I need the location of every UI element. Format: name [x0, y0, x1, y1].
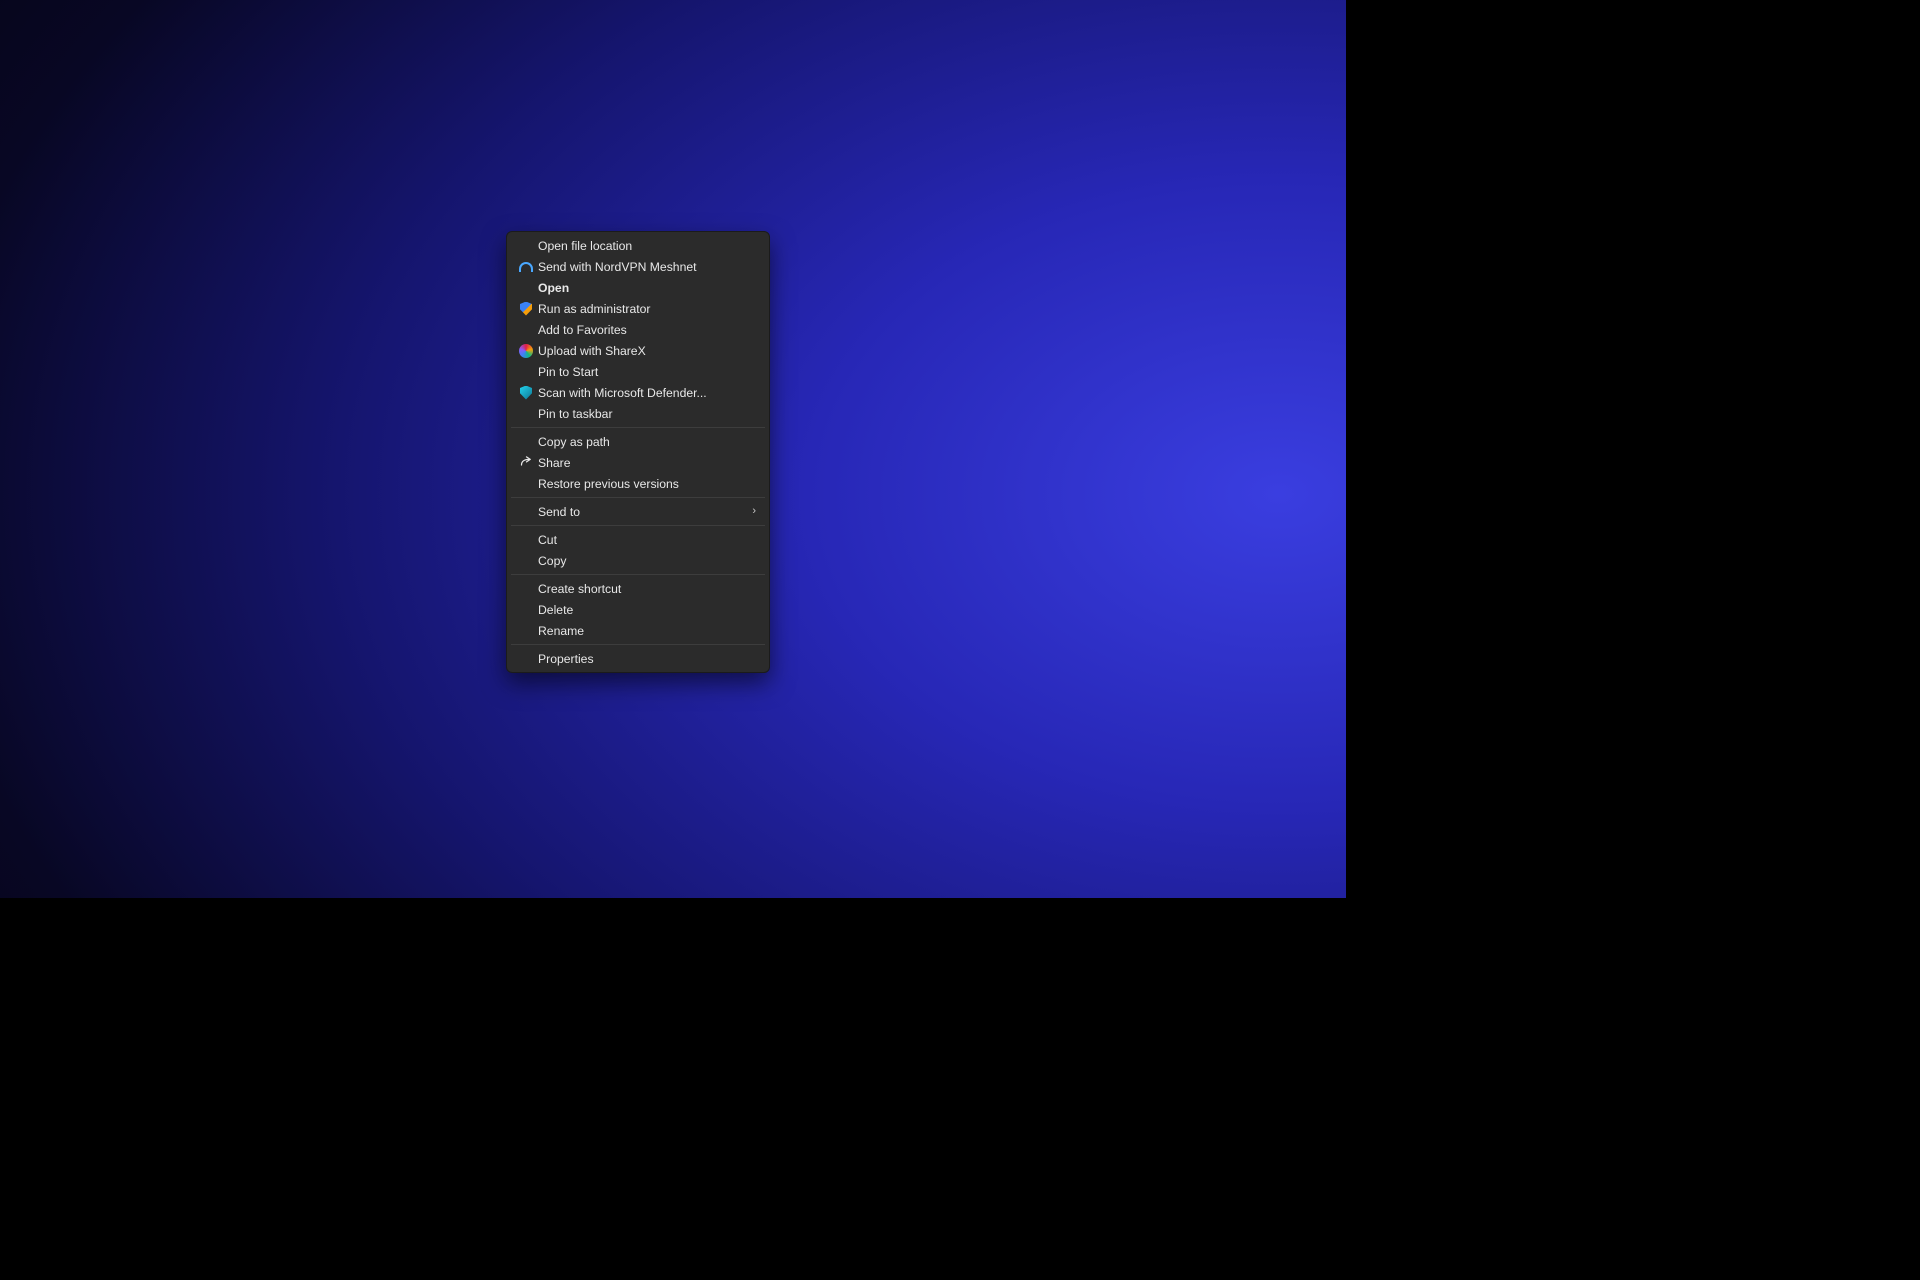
menu-item-label: Open file location — [538, 239, 758, 253]
menu-item-scan-with-microsoft-defender[interactable]: Scan with Microsoft Defender... — [510, 382, 766, 403]
menu-item-label: Scan with Microsoft Defender... — [538, 386, 758, 400]
menu-item-label: Run as administrator — [538, 302, 758, 316]
menu-item-cut[interactable]: Cut — [510, 529, 766, 550]
menu-item-open[interactable]: Open — [510, 277, 766, 298]
menu-item-restore-previous-versions[interactable]: Restore previous versions — [510, 473, 766, 494]
menu-item-send-to[interactable]: Send to› — [510, 501, 766, 522]
uac-shield-icon — [514, 301, 538, 317]
menu-item-delete[interactable]: Delete — [510, 599, 766, 620]
menu-item-label: Copy as path — [538, 435, 758, 449]
menu-item-label: Share — [538, 456, 758, 470]
menu-item-upload-with-sharex[interactable]: Upload with ShareX — [510, 340, 766, 361]
menu-separator — [511, 427, 765, 428]
menu-item-label: Open — [538, 281, 758, 295]
share-icon — [514, 455, 538, 471]
menu-item-open-file-location[interactable]: Open file location — [510, 235, 766, 256]
menu-item-pin-to-start[interactable]: Pin to Start — [510, 361, 766, 382]
menu-separator — [511, 525, 765, 526]
menu-item-label: Delete — [538, 603, 758, 617]
menu-separator — [511, 644, 765, 645]
menu-item-properties[interactable]: Properties — [510, 648, 766, 669]
menu-item-run-as-administrator[interactable]: Run as administrator — [510, 298, 766, 319]
menu-separator — [511, 574, 765, 575]
menu-item-label: Send with NordVPN Meshnet — [538, 260, 758, 274]
menu-item-create-shortcut[interactable]: Create shortcut — [510, 578, 766, 599]
menu-item-label: Rename — [538, 624, 758, 638]
menu-item-pin-to-taskbar[interactable]: Pin to taskbar — [510, 403, 766, 424]
menu-item-label: Copy — [538, 554, 758, 568]
menu-item-rename[interactable]: Rename — [510, 620, 766, 641]
menu-item-label: Cut — [538, 533, 758, 547]
chevron-right-icon: › — [752, 506, 756, 517]
menu-item-label: Send to — [538, 505, 758, 519]
menu-item-label: Pin to taskbar — [538, 407, 758, 421]
menu-item-send-with-nordvpn-meshnet[interactable]: Send with NordVPN Meshnet — [510, 256, 766, 277]
menu-item-copy-as-path[interactable]: Copy as path — [510, 431, 766, 452]
menu-item-label: Add to Favorites — [538, 323, 758, 337]
menu-item-label: Pin to Start — [538, 365, 758, 379]
sharex-icon — [514, 343, 538, 359]
context-menu: Open file location Send with NordVPN Mesh… — [506, 231, 770, 673]
desktop-background: Open file location Send with NordVPN Mesh… — [0, 0, 1346, 898]
menu-item-share[interactable]: Share — [510, 452, 766, 473]
menu-item-label: Upload with ShareX — [538, 344, 758, 358]
menu-item-add-to-favorites[interactable]: Add to Favorites — [510, 319, 766, 340]
defender-icon — [514, 385, 538, 401]
menu-item-label: Properties — [538, 652, 758, 666]
menu-item-label: Restore previous versions — [538, 477, 758, 491]
nordvpn-icon — [514, 259, 538, 275]
menu-separator — [511, 497, 765, 498]
menu-item-copy[interactable]: Copy — [510, 550, 766, 571]
menu-item-label: Create shortcut — [538, 582, 758, 596]
